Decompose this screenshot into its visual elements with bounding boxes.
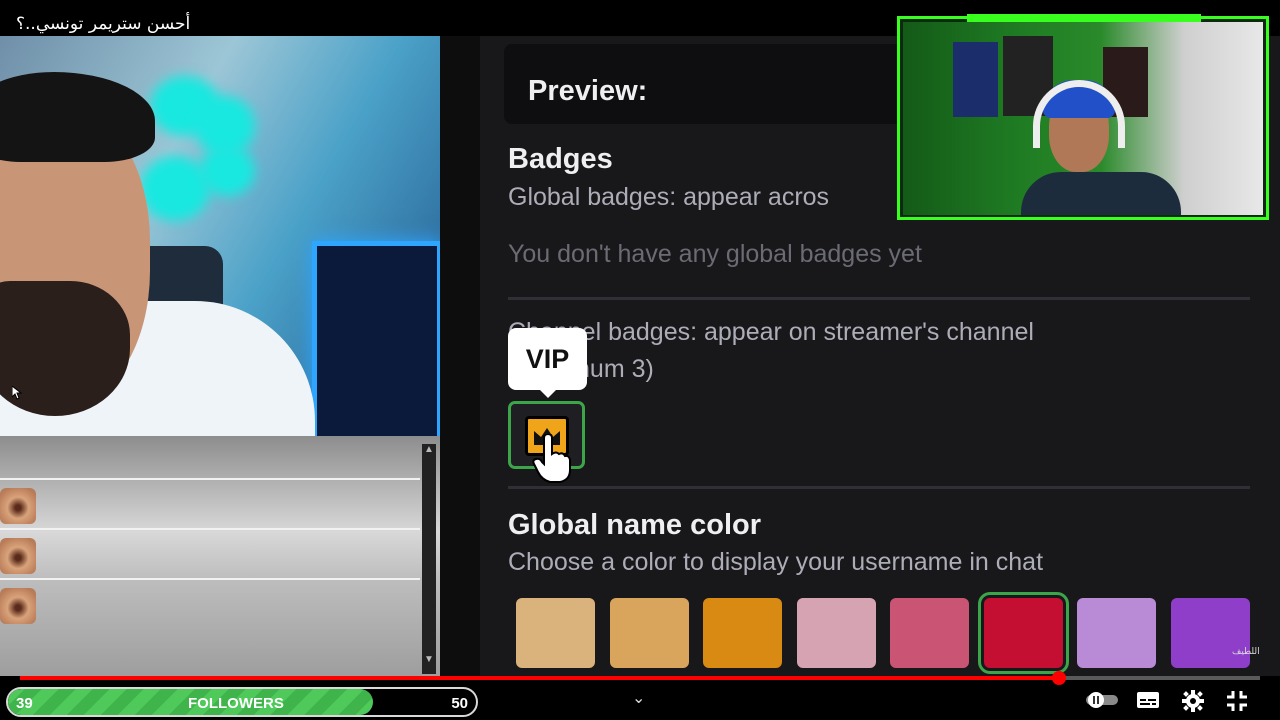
video-title: أحسن ستريمر تونسي..؟ — [16, 14, 191, 34]
color-swatch[interactable] — [890, 598, 969, 668]
color-swatch[interactable] — [1077, 598, 1156, 668]
scrollbar[interactable] — [422, 444, 436, 674]
global-badges-empty-message: You don't have any global badges yet — [508, 240, 922, 268]
settings-gear-icon[interactable] — [1182, 690, 1204, 712]
avatar — [0, 538, 36, 574]
avatar — [0, 588, 36, 624]
color-swatch[interactable] — [609, 598, 689, 668]
global-badges-description: Global badges: appear acros — [508, 183, 830, 211]
streamer-camera-feed — [0, 36, 440, 446]
chat-list-overlay: ▲ ▼ — [0, 436, 440, 676]
list-item — [0, 528, 420, 576]
facecam-frame-accent — [967, 14, 1201, 22]
color-swatch[interactable] — [516, 598, 595, 668]
list-item — [0, 478, 420, 526]
mouse-pointer-icon — [12, 386, 22, 400]
scroll-up-icon[interactable]: ▲ — [424, 444, 434, 455]
facecam-overlay — [897, 14, 1269, 220]
hand-cursor-icon — [532, 434, 571, 483]
divider — [508, 486, 1250, 489]
preview-label: Preview: — [528, 75, 648, 107]
name-color-heading: Global name color — [508, 509, 761, 541]
color-swatch[interactable] — [703, 598, 782, 668]
divider — [440, 36, 480, 676]
followers-label: FOLLOWERS — [188, 695, 284, 712]
color-swatch[interactable] — [1170, 598, 1250, 668]
facecam-frame — [897, 16, 1269, 220]
video-title-bar: أحسن ستريمر تونسي..؟ — [0, 0, 440, 38]
vip-tooltip: VIP — [508, 328, 587, 398]
badges-heading: Badges — [508, 143, 613, 175]
followers-current: 39 — [16, 695, 33, 712]
chevron-down-icon[interactable]: ⌄ — [632, 688, 645, 708]
list-item — [0, 578, 420, 626]
subtitles-icon[interactable] — [1136, 690, 1160, 710]
seek-handle[interactable] — [1052, 671, 1066, 685]
followers-goal: 50 — [451, 695, 468, 712]
followers-goal-bar: 39 FOLLOWERS 50 — [6, 687, 478, 717]
seek-bar-progress — [20, 676, 1059, 680]
scroll-down-icon[interactable]: ▼ — [424, 654, 434, 665]
divider — [508, 297, 1250, 300]
preview-box: Preview: — [504, 44, 924, 124]
avatar — [0, 488, 36, 524]
color-swatch[interactable] — [977, 592, 1069, 674]
autoplay-toggle-icon[interactable] — [1084, 690, 1120, 710]
color-swatch[interactable] — [796, 598, 876, 668]
channel-watermark: اللطيف — [1232, 647, 1260, 657]
exit-fullscreen-icon[interactable] — [1226, 690, 1248, 712]
name-color-description: Choose a color to display your username … — [508, 548, 1044, 576]
